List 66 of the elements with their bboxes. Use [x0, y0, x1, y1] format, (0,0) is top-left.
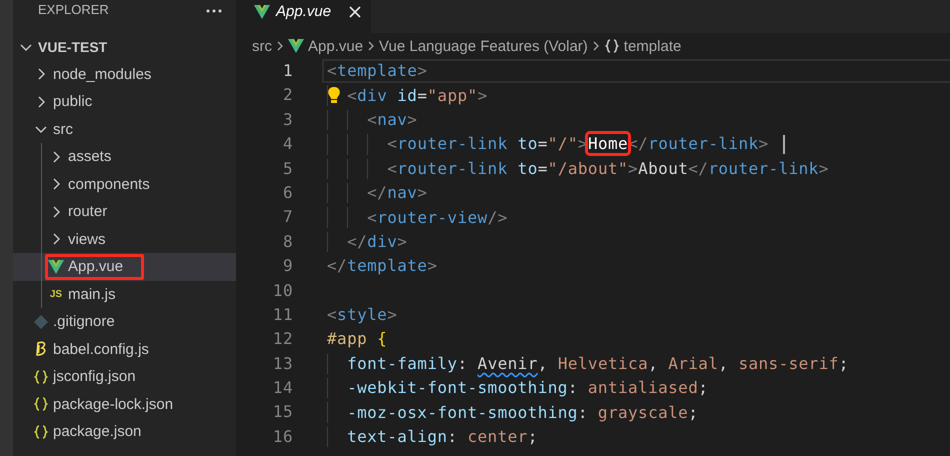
file-item[interactable]: .gitignore [13, 308, 236, 336]
breadcrumb-item[interactable]: src [252, 38, 272, 54]
file-item[interactable]: App.vue [13, 253, 236, 280]
editor-tab[interactable]: App.vue [236, 0, 371, 33]
line-number: 5 [282, 158, 293, 180]
breadcrumb-item[interactable]: template [604, 38, 682, 54]
file-item[interactable]: JS main.js [13, 280, 236, 308]
code-line: </template> [327, 256, 438, 276]
code-line: </nav> [367, 183, 428, 204]
braces-icon [33, 368, 49, 385]
code-line: <template> [327, 61, 428, 82]
line-number: 16 [272, 426, 293, 448]
code-line: </div> [347, 232, 408, 252]
diamond-icon [33, 314, 49, 330]
vue-logo-icon [48, 260, 64, 274]
line-number: 11 [272, 304, 293, 326]
code-line: <router-link to="/about">About</router-link> [387, 158, 829, 179]
code-line: font-family: Avenir, Helvetica, Arial, sans-serif; [347, 354, 849, 374]
braces-icon [604, 38, 620, 54]
line-number: 6 [282, 182, 293, 204]
close-icon[interactable] [349, 6, 361, 18]
annotation-box: App.vue [45, 254, 144, 280]
code-line: -webkit-font-smoothing: antialiased; [347, 378, 708, 398]
line-number: 7 [282, 206, 293, 228]
line-number: 8 [282, 230, 293, 253]
folder-item[interactable]: node_modules [13, 60, 236, 88]
line-number: 9 [282, 255, 293, 278]
file-item[interactable]: jsconfig.json [13, 363, 236, 390]
more-icon[interactable] [206, 9, 222, 13]
folder-item[interactable]: components [13, 170, 236, 198]
line-number: 14 [272, 377, 293, 400]
code-line: text-align: center; [347, 427, 538, 448]
line-number: 10 [272, 280, 293, 302]
line-number: 4 [282, 133, 293, 156]
line-number: 2 [282, 84, 293, 106]
chevron-icon [275, 39, 285, 53]
chevron-icon [366, 39, 376, 53]
code-line: #app { [327, 329, 388, 350]
code-line: <style> [327, 305, 398, 326]
line-number: 13 [272, 352, 293, 375]
chevron-icon [590, 39, 601, 53]
line-number: 15 [272, 401, 293, 424]
line-number: 3 [282, 108, 293, 131]
folder-item[interactable]: public [13, 88, 236, 116]
line-number: 12 [272, 328, 293, 350]
file-item[interactable]: package-lock.json [13, 390, 236, 418]
code-line: <router-view/> [367, 208, 508, 228]
folder-item[interactable]: src [13, 116, 236, 143]
file-item[interactable]: package.json [13, 418, 236, 446]
breadcrumb-item[interactable]: Vue Language Features (Volar) [379, 38, 588, 54]
code-line: <nav> [367, 110, 418, 130]
vue-logo-icon [288, 39, 304, 53]
folder-item[interactable]: views [13, 226, 236, 253]
code-line: <div id="app"> [347, 86, 488, 106]
panel-title: EXPLORER [38, 2, 109, 18]
folder-item[interactable]: assets [13, 143, 236, 170]
breadcrumb-item[interactable]: App.vue [288, 38, 364, 54]
braces-icon [33, 424, 49, 440]
folder-item[interactable]: VUE-TEST [13, 33, 236, 60]
file-item[interactable]: babel.config.js [13, 336, 236, 363]
braces-icon [33, 396, 49, 412]
line-number: 1 [282, 60, 293, 82]
js-file-icon: JS [48, 288, 64, 300]
code-line: -moz-osx-font-smoothing: grayscale; [347, 402, 698, 423]
folder-item[interactable]: router [13, 198, 236, 226]
vue-logo-icon [254, 5, 270, 19]
